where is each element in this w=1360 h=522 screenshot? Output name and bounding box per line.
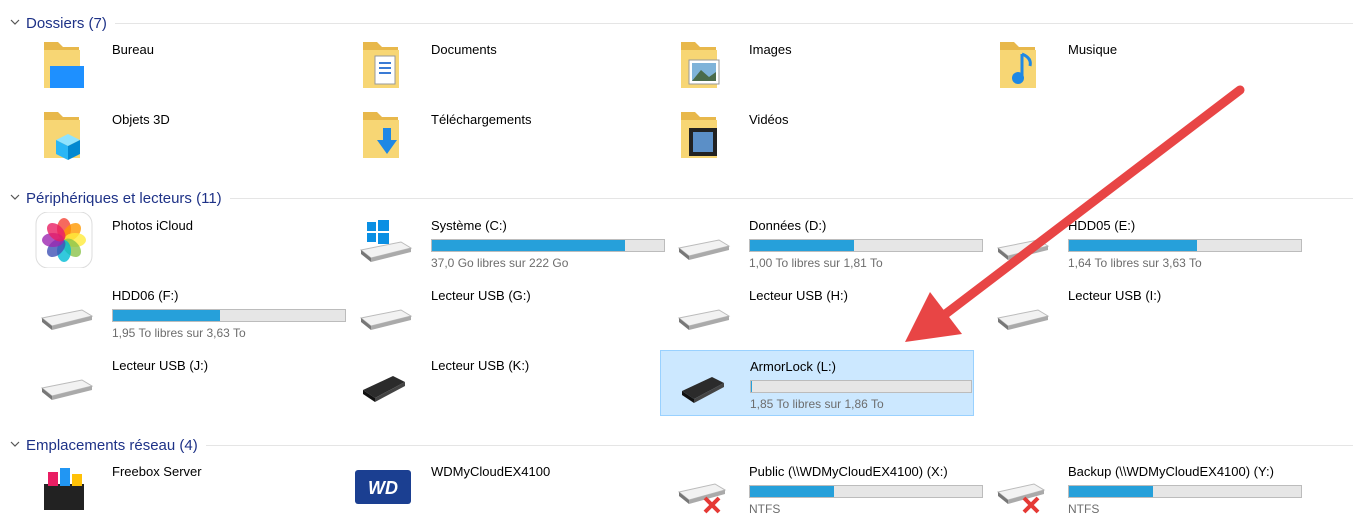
item-name: Lecteur USB (I:) bbox=[1068, 288, 1162, 303]
item-name: Système (C:) bbox=[431, 218, 507, 233]
drive-item[interactable]: WD WDMyCloudEX4100 bbox=[347, 456, 665, 518]
drive-item[interactable]: Freebox Server bbox=[28, 456, 346, 518]
drive-item[interactable]: HDD06 (F:) 1,95 To libres sur 3,63 To bbox=[28, 280, 346, 342]
wd-logo-icon: WD bbox=[353, 458, 413, 514]
hard-drive-icon bbox=[34, 282, 94, 338]
3d-objects-folder-icon bbox=[34, 106, 94, 162]
svg-text:WD: WD bbox=[368, 478, 398, 498]
item-name: Bureau bbox=[112, 42, 154, 57]
capacity-bar bbox=[749, 485, 983, 498]
chevron-down-icon bbox=[8, 437, 26, 454]
item-name: Musique bbox=[1068, 42, 1118, 57]
freebox-server-icon bbox=[34, 458, 94, 514]
downloads-folder-icon bbox=[353, 106, 413, 162]
item-name: Objets 3D bbox=[112, 112, 170, 127]
windows-drive-icon bbox=[353, 212, 413, 268]
external-drive-icon bbox=[353, 352, 413, 408]
group-divider bbox=[205, 444, 1353, 446]
usb-drive-icon bbox=[353, 282, 413, 338]
drive-item[interactable]: Bureau bbox=[28, 34, 346, 96]
capacity-bar bbox=[1068, 485, 1302, 498]
drive-item[interactable]: Images bbox=[665, 34, 983, 96]
network-drive-disconnected-icon bbox=[671, 458, 731, 514]
item-name: Lecteur USB (G:) bbox=[431, 288, 531, 303]
item-name: Données (D:) bbox=[749, 218, 827, 233]
drive-item[interactable]: Lecteur USB (I:) bbox=[984, 280, 1302, 342]
drive-item[interactable]: Lecteur USB (J:) bbox=[28, 350, 346, 412]
item-name: Images bbox=[749, 42, 792, 57]
item-name: Vidéos bbox=[749, 112, 789, 127]
desktop-folder-icon bbox=[34, 36, 94, 92]
item-name: Lecteur USB (J:) bbox=[112, 358, 209, 373]
item-name: Lecteur USB (H:) bbox=[749, 288, 848, 303]
item-name: Téléchargements bbox=[431, 112, 532, 127]
item-name: Public (\\WDMyCloudEX4100) (X:) bbox=[749, 464, 948, 479]
group-header[interactable]: Périphériques et lecteurs (11) bbox=[8, 187, 1353, 209]
drive-item[interactable]: ArmorLock (L:) 1,85 To libres sur 1,86 To bbox=[660, 350, 974, 416]
drive-item[interactable]: Données (D:) 1,00 To libres sur 1,81 To bbox=[665, 210, 983, 272]
item-name: WDMyCloudEX4100 bbox=[431, 464, 551, 479]
item-name: Documents bbox=[431, 42, 497, 57]
item-subtitle: 1,85 To libres sur 1,86 To bbox=[750, 397, 884, 411]
item-subtitle: NTFS bbox=[1068, 502, 1100, 516]
group-title: Emplacements réseau (4) bbox=[26, 436, 198, 454]
item-subtitle: 1,64 To libres sur 3,63 To bbox=[1068, 256, 1202, 270]
group-header[interactable]: Dossiers (7) bbox=[8, 12, 1353, 34]
group-divider bbox=[114, 22, 1353, 24]
item-name: Freebox Server bbox=[112, 464, 202, 479]
images-folder-icon bbox=[671, 36, 731, 92]
icloud-photos-icon bbox=[34, 211, 94, 269]
item-subtitle: 37,0 Go libres sur 222 Go bbox=[431, 256, 569, 270]
capacity-bar bbox=[750, 380, 972, 393]
drive-item[interactable]: Lecteur USB (K:) bbox=[347, 350, 665, 412]
drive-item[interactable]: Système (C:) 37,0 Go libres sur 222 Go bbox=[347, 210, 665, 272]
network-drive-disconnected-icon bbox=[990, 458, 1050, 514]
usb-drive-icon bbox=[34, 352, 94, 408]
drive-item[interactable]: Objets 3D bbox=[28, 104, 346, 166]
drive-item[interactable]: HDD05 (E:) 1,64 To libres sur 3,63 To bbox=[984, 210, 1302, 272]
group-header[interactable]: Emplacements réseau (4) bbox=[8, 434, 1353, 456]
chevron-down-icon bbox=[8, 15, 26, 32]
drive-item[interactable]: Photos iCloud bbox=[28, 210, 346, 272]
hard-drive-icon bbox=[671, 212, 731, 268]
group-title: Dossiers (7) bbox=[26, 14, 107, 32]
drive-item[interactable]: Backup (\\WDMyCloudEX4100) (Y:) NTFS bbox=[984, 456, 1302, 518]
item-name: Photos iCloud bbox=[112, 218, 193, 233]
item-name: Backup (\\WDMyCloudEX4100) (Y:) bbox=[1068, 464, 1274, 479]
chevron-down-icon bbox=[8, 190, 26, 207]
item-name: HDD06 (F:) bbox=[112, 288, 179, 303]
drive-item[interactable]: Lecteur USB (G:) bbox=[347, 280, 665, 342]
drive-item[interactable]: Documents bbox=[347, 34, 665, 96]
item-name: ArmorLock (L:) bbox=[750, 359, 836, 374]
item-name: HDD05 (E:) bbox=[1068, 218, 1136, 233]
capacity-bar bbox=[1068, 239, 1302, 252]
drive-item[interactable]: Musique bbox=[984, 34, 1302, 96]
item-subtitle: 1,95 To libres sur 3,63 To bbox=[112, 326, 246, 340]
item-subtitle: NTFS bbox=[749, 502, 781, 516]
usb-drive-icon bbox=[990, 282, 1050, 338]
documents-folder-icon bbox=[353, 36, 413, 92]
item-subtitle: 1,00 To libres sur 1,81 To bbox=[749, 256, 883, 270]
drive-item[interactable]: Téléchargements bbox=[347, 104, 665, 166]
capacity-bar bbox=[112, 309, 346, 322]
external-drive-icon bbox=[672, 353, 732, 409]
group-title: Périphériques et lecteurs (11) bbox=[26, 189, 222, 207]
drive-item[interactable]: Lecteur USB (H:) bbox=[665, 280, 983, 342]
music-folder-icon bbox=[990, 36, 1050, 92]
hard-drive-icon bbox=[990, 212, 1050, 268]
capacity-bar bbox=[749, 239, 983, 252]
drive-item[interactable]: Vidéos bbox=[665, 104, 983, 166]
videos-folder-icon bbox=[671, 106, 731, 162]
drive-item[interactable]: Public (\\WDMyCloudEX4100) (X:) NTFS bbox=[665, 456, 983, 518]
group-divider bbox=[229, 197, 1353, 199]
item-name: Lecteur USB (K:) bbox=[431, 358, 530, 373]
usb-drive-icon bbox=[671, 282, 731, 338]
capacity-bar bbox=[431, 239, 665, 252]
